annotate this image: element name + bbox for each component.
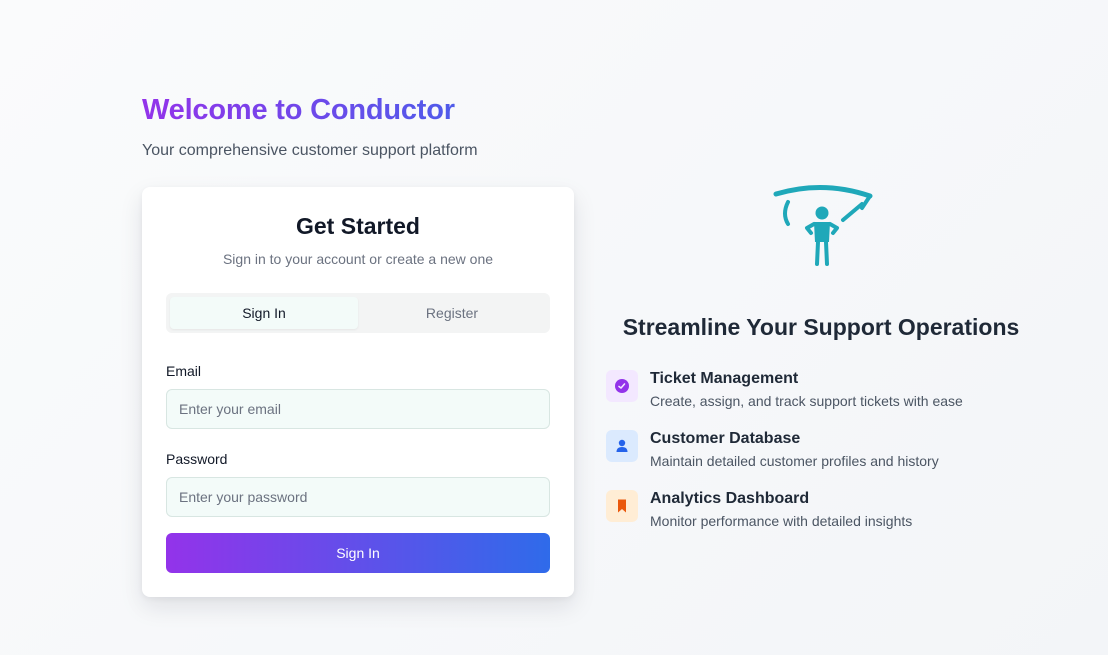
card-description: Sign in to your account or create a new … — [222, 251, 494, 267]
feature-description: Monitor performance with detailed insigh… — [650, 513, 913, 529]
page-subtitle: Your comprehensive customer support plat… — [142, 142, 478, 159]
sign-in-button[interactable]: Sign In — [166, 533, 550, 573]
conductor-figure-icon — [773, 185, 873, 266]
page-title: Welcome to Conductor — [142, 94, 455, 126]
features-heading: Streamline Your Support Operations — [622, 314, 1020, 340]
feature-title: Ticket Management — [650, 370, 799, 387]
email-label: Email — [166, 363, 202, 379]
auth-card: Get Started Sign in to your account or c… — [142, 187, 574, 597]
feature-title: Analytics Dashboard — [650, 490, 810, 507]
feature-title: Customer Database — [650, 430, 801, 447]
feature-ticket-management: Ticket Management Create, assign, and tr… — [606, 370, 1036, 414]
feature-description: Create, assign, and track support ticket… — [650, 393, 963, 409]
card-title: Get Started — [296, 213, 420, 239]
tab-register[interactable]: Register — [358, 297, 546, 329]
password-field[interactable] — [166, 477, 550, 517]
login-page: Welcome to Conductor Your comprehensive … — [0, 0, 1108, 655]
ticket-check-icon — [606, 370, 638, 402]
user-icon — [606, 430, 638, 462]
email-field[interactable] — [166, 389, 550, 429]
tab-sign-in[interactable]: Sign In — [170, 297, 358, 329]
bookmark-icon — [606, 490, 638, 522]
feature-description: Maintain detailed customer profiles and … — [650, 453, 939, 469]
auth-tabs: Sign In Register — [166, 293, 550, 333]
password-label: Password — [166, 451, 228, 467]
feature-customer-database: Customer Database Maintain detailed cust… — [606, 430, 1036, 474]
feature-analytics-dashboard: Analytics Dashboard Monitor performance … — [606, 490, 1036, 534]
